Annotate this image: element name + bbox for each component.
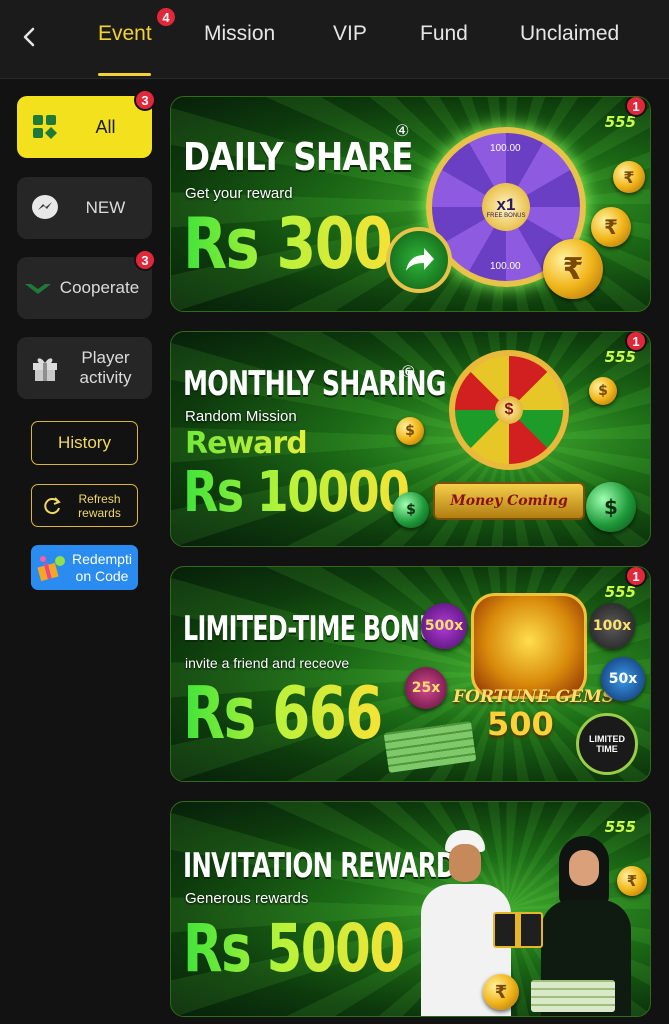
tab-fund[interactable]: Fund: [420, 22, 468, 52]
history-label: History: [58, 433, 111, 452]
banner-number: ⑥: [401, 364, 416, 381]
tab-vip[interactable]: VIP: [333, 22, 367, 52]
sidebar-item-label: NEW: [85, 198, 126, 217]
banner-subtitle: invite a friend and receove: [185, 655, 350, 671]
chip-icon: $: [393, 492, 429, 528]
gift-icon: [33, 358, 57, 381]
multiplier-gem: 25x: [405, 667, 447, 709]
redemption-label: Redemption Code: [72, 550, 132, 584]
banner-amount: Rs 10000: [183, 460, 410, 525]
wheel-center-sub: FREE BONUS: [486, 212, 526, 219]
banner-amount: Rs 5000: [183, 910, 405, 987]
rupee-coin-icon: ₹: [591, 207, 631, 247]
wheel-segment-label: 100.00: [490, 261, 521, 272]
sidebar-item-label: Player activity: [79, 348, 132, 387]
sidebar-item-player-activity[interactable]: Player activity: [17, 337, 152, 399]
banner-title: INVITATION REWARD: [183, 846, 456, 886]
tab-vip-label: VIP: [333, 22, 367, 45]
banner-amount: Rs 300: [183, 203, 393, 285]
banner-number: ④: [395, 123, 410, 140]
fortune-gems-mask: [471, 593, 587, 699]
top-tab-bar: Event 4 Mission VIP Fund Unclaimed: [0, 0, 669, 79]
redemption-code-button[interactable]: Redemption Code: [31, 545, 138, 590]
chip-icon: $: [586, 482, 636, 532]
banner-badge: 1: [625, 567, 647, 587]
messenger-icon: [32, 195, 58, 219]
chevron-left-icon: [23, 27, 35, 47]
wheel-center: $: [495, 396, 523, 424]
cash-stack-icon: [531, 980, 615, 1012]
banner-reward-label: Reward: [185, 426, 308, 461]
tab-mission-label: Mission: [204, 22, 276, 45]
gift-box-icon: [493, 912, 543, 948]
tab-event[interactable]: Event: [98, 22, 152, 52]
coin-icon: $: [589, 377, 617, 405]
tab-event-badge: 4: [155, 6, 177, 28]
banner-badge: 1: [625, 332, 647, 352]
wheel-center: x1 FREE BONUS: [482, 183, 530, 231]
grid-icon: [33, 115, 57, 139]
game-number: 500: [487, 705, 554, 743]
money-coming-sign: Money Coming: [433, 482, 585, 520]
banner-subtitle: Get your reward: [185, 185, 293, 202]
tab-unclaimed[interactable]: Unclaimed: [520, 22, 619, 52]
gift-box-icon: [37, 555, 65, 581]
refresh-rewards-button[interactable]: Refresh rewards: [31, 484, 138, 527]
rupee-coin-icon: ₹: [543, 239, 603, 299]
refresh-icon: [43, 496, 61, 514]
rupee-coin-icon: ₹: [483, 974, 519, 1010]
banner-amount: Rs 666: [183, 671, 383, 755]
rupee-coin-icon: ₹: [613, 161, 645, 193]
banner-subtitle: Random Mission: [185, 408, 297, 425]
stamp-label: LIMITED TIME: [589, 734, 625, 754]
tab-fund-label: Fund: [420, 22, 468, 45]
banner-badge: 1: [625, 97, 647, 117]
cooperate-icon: [25, 284, 51, 294]
rupee-coin-icon: ₹: [617, 866, 647, 896]
multiplier-gem: 100x: [589, 603, 635, 649]
sidebar-cooperate-badge: 3: [134, 249, 156, 271]
banner-title: DAILY SHARE: [183, 135, 413, 179]
money-wheel: $: [449, 350, 569, 470]
wheel-segment-label: 100.00: [490, 143, 521, 154]
wheel-center-value: x1: [496, 194, 516, 214]
sidebar-item-all[interactable]: All: [17, 96, 152, 158]
banner-invitation-reward[interactable]: INVITATION REWARD Generous rewards Rs 50…: [170, 801, 651, 1017]
share-arrow-button: [386, 227, 452, 293]
back-button[interactable]: [14, 22, 44, 52]
banner-title: LIMITED-TIME BONUS: [183, 609, 455, 649]
sidebar-item-cooperate[interactable]: Cooperate: [17, 257, 152, 319]
sidebar-item-new[interactable]: NEW: [17, 177, 152, 239]
history-button[interactable]: History: [31, 421, 138, 465]
banner-daily-share[interactable]: DAILY SHARE ④ Get your reward Rs 300 100…: [170, 96, 651, 312]
sidebar-item-label: All: [95, 117, 116, 137]
tab-event-label: Event: [98, 22, 152, 45]
sidebar-item-label: Cooperate: [59, 278, 140, 297]
banner-monthly-sharing[interactable]: MONTHLY SHARING ⑥ Random Mission Reward …: [170, 331, 651, 547]
limited-time-stamp: LIMITED TIME: [576, 713, 638, 775]
multiplier-gem: 500x: [421, 603, 467, 649]
multiplier-gem: 50x: [601, 657, 645, 701]
tab-mission[interactable]: Mission: [204, 22, 275, 52]
active-tab-indicator: [98, 73, 151, 76]
game-title: FORTUNE GEMS: [453, 687, 615, 707]
banner-subtitle: Generous rewards: [185, 890, 309, 907]
share-arrow-icon: [406, 248, 434, 271]
sign-label: Money Coming: [450, 493, 568, 509]
brand-logo: 555: [604, 818, 636, 836]
coin-icon: $: [396, 417, 424, 445]
tab-unclaimed-label: Unclaimed: [520, 22, 620, 45]
refresh-label: Refresh rewards: [78, 491, 121, 520]
sidebar-all-badge: 3: [134, 89, 156, 111]
banner-limited-time-bonus[interactable]: LIMITED-TIME BONUS invite a friend and r…: [170, 566, 651, 782]
